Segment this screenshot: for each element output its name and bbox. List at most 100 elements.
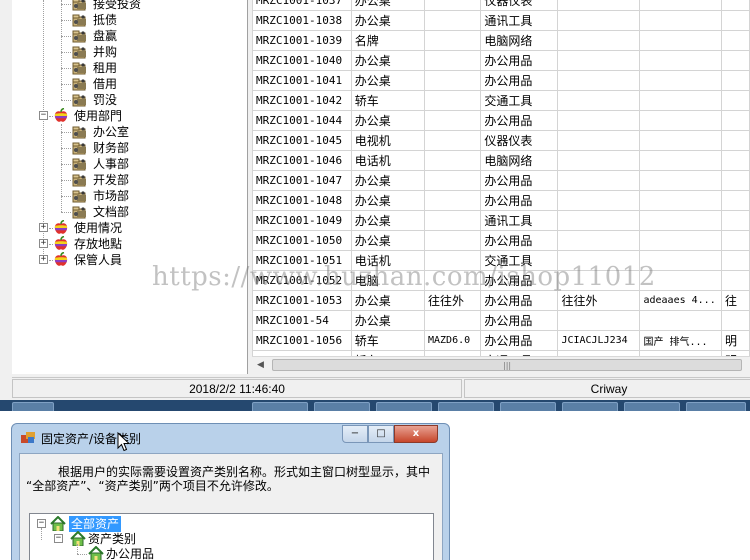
tree-node[interactable]: 办公室: [12, 124, 247, 140]
table-cell[interactable]: [720, 150, 750, 171]
table-cell[interactable]: [557, 130, 641, 151]
table-row[interactable]: MRZC1001-54 办公桌 办公用品: [252, 310, 750, 331]
table-cell[interactable]: [639, 70, 722, 91]
table-cell[interactable]: 办公桌: [350, 310, 425, 331]
tree-node[interactable]: 盘赢: [12, 28, 247, 44]
table-cell[interactable]: MRZC1001-1044: [252, 110, 352, 131]
table-cell[interactable]: MRZC1001-1042: [252, 90, 352, 111]
table-cell[interactable]: [557, 70, 641, 91]
taskbar-start-button[interactable]: [12, 402, 54, 411]
table-cell[interactable]: [423, 50, 482, 71]
table-cell[interactable]: 交通工具: [480, 90, 559, 111]
taskbar-button[interactable]: [376, 402, 432, 411]
table-cell[interactable]: 仪器仪表: [480, 130, 559, 151]
table-row[interactable]: MRZC1001-1056 轿车 MAZD6.0 办公用品 JCIACJLJ234 国产 …: [252, 330, 750, 351]
tree-node[interactable]: 借用: [12, 76, 247, 92]
taskbar-button[interactable]: [624, 402, 680, 411]
table-cell[interactable]: MRZC1001-1045: [252, 130, 352, 151]
table-cell[interactable]: MRZC1001-1037: [252, 0, 352, 11]
table-cell[interactable]: 办公桌: [350, 170, 425, 191]
table-cell[interactable]: [720, 70, 750, 91]
table-cell[interactable]: [720, 30, 750, 51]
table-cell[interactable]: MRZC1001-1048: [252, 190, 352, 211]
table-cell[interactable]: [423, 190, 482, 211]
tree-node[interactable]: 文档部: [12, 204, 247, 220]
table-cell[interactable]: 办公桌: [350, 70, 425, 91]
tree-node[interactable]: 人事部: [12, 156, 247, 172]
table-cell[interactable]: [423, 230, 482, 251]
table-row[interactable]: MRZC1001-1042 轿车 交通工具: [252, 90, 750, 111]
scrollbar-thumb[interactable]: |||: [272, 359, 742, 371]
table-cell[interactable]: [423, 70, 482, 91]
taskbar-button[interactable]: [252, 402, 308, 411]
table-cell[interactable]: [639, 130, 722, 151]
taskbar-button[interactable]: [562, 402, 618, 411]
table-cell[interactable]: 国产 排气...: [639, 330, 722, 351]
tree-node[interactable]: 抵债: [12, 12, 247, 28]
table-cell[interactable]: [639, 230, 722, 251]
table-cell[interactable]: 办公用品: [480, 70, 559, 91]
table-cell[interactable]: [720, 0, 750, 11]
table-cell[interactable]: 通讯工具: [480, 210, 559, 231]
table-cell[interactable]: [423, 90, 482, 111]
table-cell[interactable]: [639, 150, 722, 171]
table-cell[interactable]: 明: [720, 330, 750, 351]
table-cell[interactable]: 办公用品: [480, 170, 559, 191]
table-cell[interactable]: JCIACJLJ234: [557, 330, 641, 351]
table-cell[interactable]: 办公桌: [350, 190, 425, 211]
table-cell[interactable]: [423, 210, 482, 231]
table-cell[interactable]: 办公桌: [350, 230, 425, 251]
tree-node[interactable]: 租用: [12, 60, 247, 76]
table-cell[interactable]: [423, 170, 482, 191]
table-cell[interactable]: 办公桌: [350, 50, 425, 71]
table-cell[interactable]: [720, 50, 750, 71]
horizontal-scrollbar[interactable]: ◀ |||: [252, 356, 750, 373]
table-cell[interactable]: 办公桌: [350, 10, 425, 31]
close-button[interactable]: x: [394, 425, 438, 443]
table-cell[interactable]: [423, 130, 482, 151]
table-cell[interactable]: [639, 110, 722, 131]
table-cell[interactable]: 通讯工具: [480, 10, 559, 31]
table-cell[interactable]: [557, 310, 641, 331]
table-cell[interactable]: [720, 110, 750, 131]
category-tree-view[interactable]: − 全部资产 − 资产类别 办公用品: [29, 513, 434, 560]
expand-icon[interactable]: +: [39, 255, 48, 264]
expand-icon[interactable]: +: [39, 239, 48, 248]
table-row[interactable]: MRZC1001-1038 办公桌 通讯工具: [252, 10, 750, 31]
table-cell[interactable]: [557, 210, 641, 231]
table-cell[interactable]: MRZC1001-1050: [252, 230, 352, 251]
table-cell[interactable]: MRZC1001-54: [252, 310, 352, 331]
category-tree-node[interactable]: − 资产类别: [30, 531, 430, 547]
table-cell[interactable]: [557, 0, 641, 11]
table-cell[interactable]: 往往外: [557, 290, 641, 311]
taskbar-button[interactable]: [438, 402, 494, 411]
collapse-icon[interactable]: −: [54, 534, 63, 543]
table-cell[interactable]: 办公用品: [480, 190, 559, 211]
table-cell[interactable]: [720, 250, 750, 271]
table-cell[interactable]: 仪器仪表: [480, 0, 559, 11]
tree-node[interactable]: − 使用部門: [12, 108, 247, 124]
table-cell[interactable]: [423, 150, 482, 171]
table-cell[interactable]: 电话机: [350, 150, 425, 171]
asset-data-grid[interactable]: MRZC1001-1037 办公桌 仪器仪表 MRZC1001-1038 办公桌 通讯工具…: [252, 0, 750, 356]
table-cell[interactable]: 办公用品: [480, 110, 559, 131]
table-cell[interactable]: [639, 310, 722, 331]
table-cell[interactable]: 办公桌: [350, 210, 425, 231]
table-cell[interactable]: 往: [720, 290, 750, 311]
taskbar-button[interactable]: [500, 402, 556, 411]
table-cell[interactable]: MRZC1001-1038: [252, 10, 352, 31]
table-cell[interactable]: 办公用品: [480, 50, 559, 71]
table-cell[interactable]: [639, 210, 722, 231]
category-tree[interactable]: 接受投资 抵债 盘赢 并购 租用 借用 罚没 − 使用部門 办公室 财务部 人事部 开发部 市场部 文档部 +…: [12, 0, 248, 374]
table-cell[interactable]: adeaaes 4...: [639, 290, 722, 311]
tree-node[interactable]: 并购: [12, 44, 247, 60]
table-cell[interactable]: 电脑网络: [480, 30, 559, 51]
table-cell[interactable]: [557, 190, 641, 211]
taskbar-button[interactable]: [314, 402, 370, 411]
table-cell[interactable]: 办公用品: [480, 230, 559, 251]
table-cell[interactable]: 轿车: [350, 90, 425, 111]
table-cell[interactable]: [557, 150, 641, 171]
table-cell[interactable]: [423, 310, 482, 331]
maximize-button[interactable]: □: [368, 425, 394, 443]
table-cell[interactable]: [557, 10, 641, 31]
